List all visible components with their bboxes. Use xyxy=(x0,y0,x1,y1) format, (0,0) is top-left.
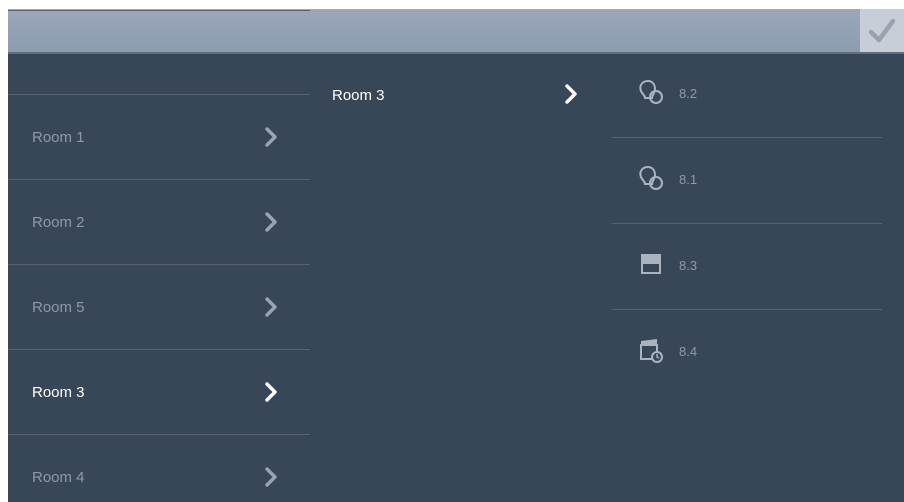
light-bulb-icon xyxy=(639,165,663,190)
room-list: Room 1 Room 2 Room 5 Room 3 Room 4 xyxy=(8,10,310,502)
confirm-button[interactable] xyxy=(860,9,904,52)
device-item-8-4[interactable]: 8.4 xyxy=(612,310,882,395)
device-label: 8.1 xyxy=(679,172,698,187)
device-label: 8.4 xyxy=(679,344,698,359)
chevron-right-icon[interactable] xyxy=(563,83,579,105)
scene-timer-icon xyxy=(640,339,663,363)
device-item-8-3[interactable]: 8.3 xyxy=(612,224,882,310)
chevron-right-icon xyxy=(265,297,277,317)
room-label: Room 3 xyxy=(32,383,85,401)
room-item-room-3[interactable]: Room 3 xyxy=(8,349,310,434)
device-list: 8.2 8.1 8.3 8.4 xyxy=(612,52,904,502)
blind-icon xyxy=(641,254,661,274)
room-label: Room 5 xyxy=(32,298,85,316)
selected-room-title[interactable]: Room 3 xyxy=(332,87,385,104)
room-item-room-5[interactable]: Room 5 xyxy=(8,264,310,349)
room-label: Room 2 xyxy=(32,213,85,231)
chevron-right-icon xyxy=(265,127,277,147)
room-label: Room 1 xyxy=(32,128,85,146)
room-item-room-4[interactable]: Room 4 xyxy=(8,434,310,502)
light-bulb-icon xyxy=(639,79,663,104)
device-label: 8.2 xyxy=(679,86,698,101)
device-item-8-1[interactable]: 8.1 xyxy=(612,138,882,224)
device-item-8-2[interactable]: 8.2 xyxy=(612,52,882,138)
chevron-right-icon xyxy=(265,467,277,487)
app-frame: Room 1 Room 2 Room 5 Room 3 Room 4 Room … xyxy=(8,9,904,502)
chevron-right-icon xyxy=(265,382,277,402)
checkmark-icon xyxy=(868,18,896,42)
chevron-right-icon xyxy=(265,212,277,232)
room-item-room-1[interactable]: Room 1 xyxy=(8,94,310,179)
selected-room-panel: Room 3 xyxy=(310,52,612,502)
room-item-partial[interactable] xyxy=(8,10,310,95)
device-label: 8.3 xyxy=(679,258,698,273)
room-item-room-2[interactable]: Room 2 xyxy=(8,179,310,264)
room-label: Room 4 xyxy=(32,468,85,486)
